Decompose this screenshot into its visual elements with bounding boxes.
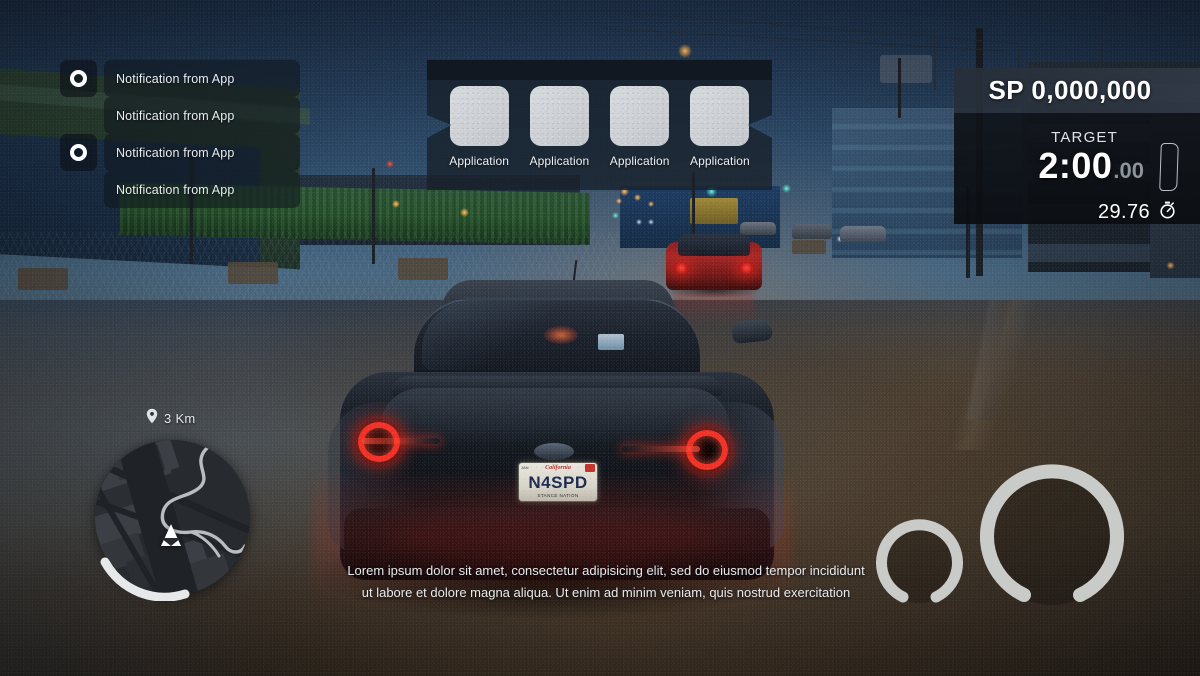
score-value: SP 0,000,000	[988, 75, 1152, 105]
circle-ring-icon	[60, 134, 97, 171]
subtitle-line-1: Lorem ipsum dolor sit amet, consectetur …	[347, 563, 865, 578]
notification-card[interactable]: Notification from App	[104, 171, 300, 208]
light-pole	[898, 58, 901, 118]
player-vehicle: California JAN N4SPD STANCE NATION	[312, 259, 792, 626]
street-light	[460, 208, 469, 217]
street-light	[1166, 262, 1175, 269]
subtitle-line-2: ut labore et dolore magna aliqua. Ut eni…	[361, 585, 851, 600]
parked-car	[840, 226, 886, 242]
street-light	[616, 198, 622, 204]
game-screen: California JAN N4SPD STANCE NATION Notif…	[0, 0, 1200, 676]
plate-month: JAN	[521, 465, 529, 470]
street-light	[648, 201, 654, 207]
rear-window	[678, 234, 750, 256]
application-bar: Application Application Application Appl…	[427, 60, 772, 190]
notification-card[interactable]: Notification from App	[104, 134, 300, 171]
score-timer-panel: SP 0,000,000 TARGET 2:00 .00 29.76	[954, 68, 1200, 224]
traffic-light-green	[782, 184, 791, 193]
score-header: SP 0,000,000	[954, 68, 1200, 113]
parked-car	[792, 224, 832, 239]
distance-indicator: 3 Km	[146, 408, 196, 429]
street-light	[392, 200, 400, 208]
notification-label: Notification from App	[116, 145, 235, 160]
notification-card[interactable]: Notification from App	[104, 60, 300, 97]
plate-number: N4SPD	[528, 473, 588, 492]
application-label: Application	[449, 154, 510, 168]
plate-sticker	[585, 464, 595, 472]
license-plate: California JAN N4SPD STANCE NATION	[518, 462, 598, 502]
application-item[interactable]: Application	[528, 86, 590, 168]
lap-time-value: 29.76	[1097, 201, 1150, 223]
speed-gauge	[980, 464, 1124, 605]
gauge-cluster	[872, 455, 1162, 620]
lap-time-row: 29.76	[1098, 201, 1176, 224]
traffic-light-red	[386, 160, 394, 168]
minimap-widget[interactable]	[95, 440, 255, 616]
application-item[interactable]: Application	[689, 86, 751, 168]
application-label: Application	[609, 154, 670, 168]
application-item[interactable]: Application	[609, 86, 671, 168]
taillight-bar-left	[362, 438, 440, 444]
taillight-right	[738, 262, 755, 274]
street-light	[678, 44, 692, 58]
windshield-sheen	[422, 300, 572, 370]
application-label: Application	[529, 154, 590, 168]
taillight-bar-right	[622, 446, 700, 452]
application-tile-icon[interactable]	[449, 86, 509, 146]
target-time-fraction: .00	[1113, 158, 1144, 183]
road-barrier	[792, 240, 826, 254]
application-tile-icon[interactable]	[610, 86, 670, 146]
map-pin-icon	[146, 408, 158, 429]
street-light	[634, 194, 641, 201]
progress-capsule-icon	[1159, 143, 1179, 191]
application-label: Application	[689, 154, 750, 168]
notification-item[interactable]: Notification from App	[60, 60, 300, 97]
application-tile-icon[interactable]	[529, 86, 589, 146]
side-mirror	[730, 317, 774, 345]
circle-ring-icon	[60, 60, 97, 97]
light-pole	[372, 168, 375, 264]
application-item[interactable]: Application	[448, 86, 510, 168]
rooftop-unit	[880, 55, 932, 83]
vehicle-headlight	[648, 219, 654, 225]
notification-label: Notification from App	[116, 182, 235, 197]
traffic-light-green	[612, 212, 619, 219]
plate-frame-text: STANCE NATION	[537, 493, 579, 498]
target-label: TARGET	[1051, 129, 1118, 146]
road-barrier	[228, 262, 278, 284]
notification-item[interactable]: Notification from App	[60, 171, 300, 208]
notification-card[interactable]: Notification from App	[104, 97, 300, 134]
stopwatch-icon	[1159, 201, 1176, 224]
minimap-progress-ring	[100, 557, 190, 601]
vehicle-headlight	[636, 219, 642, 225]
application-list: Application Application Application Appl…	[427, 86, 772, 168]
manufacturer-emblem	[534, 443, 574, 460]
timer-section: TARGET 2:00 .00 29.76	[954, 113, 1200, 224]
yellow-sign	[690, 198, 738, 224]
boost-gauge	[876, 519, 963, 603]
road-barrier	[18, 268, 68, 290]
subtitle-caption: Lorem ipsum dolor sit amet, consectetur …	[300, 560, 912, 604]
curb-highlight	[790, 300, 1200, 450]
target-time: 2:00 .00	[1038, 145, 1144, 187]
notification-item[interactable]: Notification from App	[60, 134, 300, 171]
application-bar-header	[427, 60, 772, 80]
application-tile-icon[interactable]	[690, 86, 750, 146]
taillight-left	[673, 262, 690, 274]
distance-value: 3 Km	[164, 411, 196, 426]
interior-display	[598, 334, 624, 350]
notification-label: Notification from App	[116, 108, 235, 123]
target-time-main: 2:00	[1038, 145, 1113, 186]
notification-label: Notification from App	[116, 71, 235, 86]
notification-item[interactable]: Notification from App	[60, 97, 300, 134]
notification-stack: Notification from App Notification from …	[60, 60, 300, 208]
